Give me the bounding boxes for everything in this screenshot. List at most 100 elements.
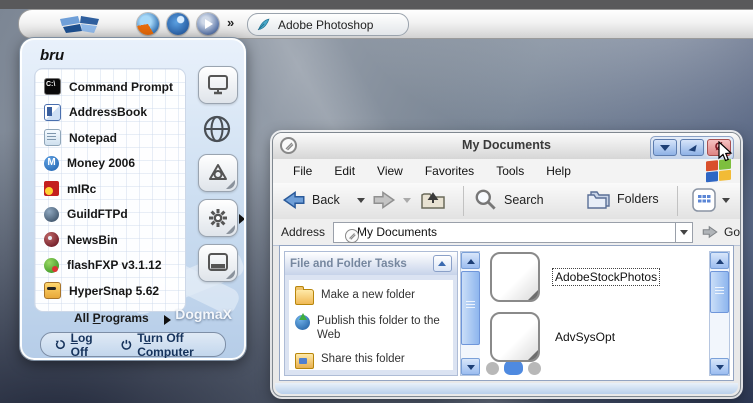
- maximize-button[interactable]: [680, 139, 704, 156]
- up-button[interactable]: [419, 187, 447, 213]
- scrollbar-thumb[interactable]: [710, 271, 729, 313]
- command-prompt-icon: [44, 78, 61, 96]
- start-button[interactable]: [47, 11, 113, 37]
- menu-item-help[interactable]: Help: [536, 161, 581, 181]
- task-item[interactable]: Make a new folder: [295, 286, 449, 305]
- task-panel: File and Folder Tasks Make a new folder P…: [284, 251, 458, 376]
- my-computer-button[interactable]: [198, 66, 238, 104]
- dock-dot[interactable]: [486, 362, 499, 375]
- up-folder-icon: [421, 192, 445, 209]
- menu-item-edit[interactable]: Edit: [324, 161, 365, 181]
- program-item[interactable]: mIRc: [35, 176, 185, 202]
- address-combobox[interactable]: My Documents: [333, 221, 676, 243]
- thunderbird-icon[interactable]: [167, 13, 189, 35]
- guildftpd-icon: [44, 206, 59, 222]
- start-menu: bru Command Prompt AddressBook Notepad Mone…: [20, 38, 246, 360]
- file-item: AdvSysOpt: [490, 312, 617, 362]
- all-programs-button[interactable]: All Programs: [74, 311, 149, 325]
- notepad-icon: [44, 129, 61, 147]
- scroll-up-icon[interactable]: [710, 252, 729, 269]
- windows-logo-icon: [706, 158, 732, 184]
- program-list: Command Prompt AddressBook Notepad Money 20…: [34, 68, 186, 312]
- back-dropdown-icon[interactable]: [357, 198, 365, 203]
- program-label: Command Prompt: [69, 79, 174, 94]
- maximize-icon: [688, 143, 697, 152]
- views-button[interactable]: [691, 187, 730, 213]
- address-dropdown-button[interactable]: [675, 221, 693, 243]
- views-dropdown-icon[interactable]: [722, 197, 730, 203]
- views-icon: [692, 188, 716, 212]
- program-item[interactable]: Command Prompt: [35, 74, 185, 100]
- dock-dot[interactable]: [528, 362, 541, 375]
- program-item[interactable]: Money 2006: [35, 151, 185, 177]
- program-item[interactable]: NewsBin: [35, 227, 185, 253]
- turn-off-computer-button[interactable]: Turn Off Computer: [121, 331, 225, 358]
- title-bar[interactable]: My Documents Ø: [273, 133, 740, 161]
- menu-item-view[interactable]: View: [367, 161, 413, 181]
- forward-dropdown-icon[interactable]: [403, 198, 411, 203]
- log-off-button[interactable]: Log Off: [55, 330, 105, 359]
- caption-buttons: Ø: [650, 136, 734, 161]
- settings-gear-icon: [209, 209, 227, 227]
- task-item[interactable]: Publish this folder to the Web: [295, 313, 449, 343]
- triquetra-icon: [209, 164, 227, 180]
- settings-flyout-arrow-icon: [239, 214, 244, 224]
- media-player-icon[interactable]: [197, 13, 219, 35]
- firefox-icon[interactable]: [137, 13, 159, 35]
- program-label: mIRc: [67, 181, 97, 196]
- globe-icon: [203, 115, 231, 143]
- feather-icon: [257, 18, 270, 31]
- documents-button[interactable]: [198, 154, 238, 192]
- flashfxp-icon: [44, 257, 59, 273]
- program-item[interactable]: flashFXP v3.1.12: [35, 253, 185, 279]
- quick-launch-overflow-chevron[interactable]: »: [227, 15, 234, 30]
- toolbar-spacer: [573, 186, 574, 216]
- close-button[interactable]: Ø: [707, 139, 731, 156]
- close-icon: Ø: [714, 141, 724, 153]
- addressbook-icon: [44, 103, 61, 121]
- scroll-up-icon[interactable]: [461, 252, 480, 269]
- toolbar: Back Search Folders: [273, 183, 740, 220]
- log-off-label: Log Off: [70, 330, 93, 359]
- program-item[interactable]: Notepad: [35, 125, 185, 151]
- search-button[interactable]: Search: [473, 187, 544, 213]
- search-label: Search: [504, 193, 544, 207]
- minimize-button[interactable]: [653, 139, 677, 156]
- display-button[interactable]: [198, 244, 238, 282]
- forward-button[interactable]: [371, 187, 397, 213]
- task-item[interactable]: Share this folder: [295, 352, 449, 369]
- search-icon: [475, 189, 496, 210]
- settings-button[interactable]: [198, 199, 244, 237]
- status-bar: [275, 383, 738, 394]
- top-strip: [0, 0, 753, 9]
- folder-tile-icon[interactable]: [490, 312, 540, 362]
- windows-flag-icon: [60, 16, 99, 33]
- program-item[interactable]: GuildFTPd: [35, 202, 185, 228]
- file-name[interactable]: AdvSysOpt: [553, 329, 617, 345]
- program-item[interactable]: AddressBook: [35, 100, 185, 126]
- go-button[interactable]: Go: [700, 223, 740, 241]
- file-list-scrollbar: [709, 251, 730, 376]
- task-button-adobe-photoshop[interactable]: Adobe Photoshop: [247, 13, 409, 36]
- scrollbar-thumb[interactable]: [461, 271, 480, 345]
- task-panel-scrollbar: [460, 251, 481, 376]
- program-label: NewsBin: [67, 232, 118, 247]
- folder-tile-icon[interactable]: [490, 252, 540, 302]
- publish-icon: [295, 313, 310, 330]
- menu-item-favorites[interactable]: Favorites: [415, 161, 484, 181]
- task-panel-header[interactable]: File and Folder Tasks: [285, 252, 457, 275]
- network-globe-button[interactable]: [198, 111, 236, 147]
- scroll-down-icon[interactable]: [461, 358, 480, 375]
- menu-item-tools[interactable]: Tools: [486, 161, 534, 181]
- collapse-panel-icon[interactable]: [433, 255, 452, 272]
- file-name[interactable]: AdobeStockPhotos: [551, 268, 661, 286]
- address-dropdown-icon: [679, 229, 688, 235]
- back-button[interactable]: Back: [281, 187, 340, 213]
- menu-item-file[interactable]: File: [283, 161, 322, 181]
- program-item[interactable]: HyperSnap 5.62: [35, 278, 185, 304]
- folders-button[interactable]: Folders: [585, 187, 659, 211]
- toolbar-separator: [463, 186, 464, 216]
- scroll-down-icon[interactable]: [710, 358, 729, 375]
- program-label: Notepad: [69, 130, 117, 145]
- my-computer-icon: [208, 75, 228, 95]
